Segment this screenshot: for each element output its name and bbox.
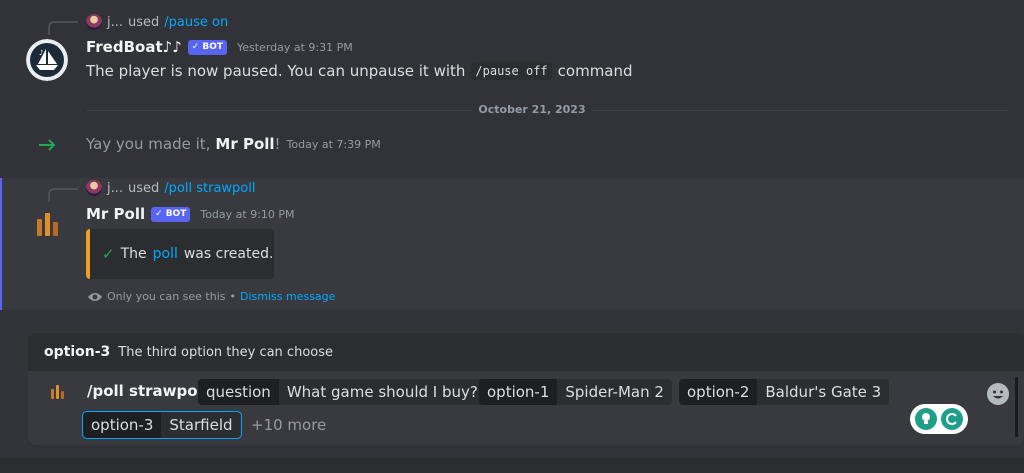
option-value[interactable]: Baldur's Gate 3	[757, 379, 890, 405]
bottom-bar	[0, 458, 1024, 473]
bot-badge-label: BOT	[165, 209, 187, 219]
reply-user-name[interactable]: j...	[107, 181, 123, 196]
message-text-before: The player is now paused. You can unpaus…	[86, 62, 466, 80]
reply-user-avatar[interactable]	[86, 180, 102, 196]
message-timestamp[interactable]: Yesterday at 9:31 PM	[237, 41, 353, 54]
embed-text-after: was created.	[183, 246, 274, 262]
ephemeral-text: Only you can see this	[107, 290, 226, 303]
option-pill-question[interactable]: question What game should I buy?	[198, 379, 486, 405]
eye-icon	[88, 292, 102, 301]
system-text: Yay you made it,	[86, 135, 211, 153]
reply-context[interactable]: j... used /poll strawpoll	[86, 180, 255, 196]
system-timestamp[interactable]: Today at 7:39 PM	[287, 138, 381, 151]
verified-check-icon: ✓	[155, 209, 163, 219]
option-value[interactable]: What game should I buy?	[278, 379, 486, 405]
system-user-name[interactable]: Mr Poll	[215, 135, 274, 153]
svg-text:♪: ♪	[39, 49, 43, 57]
bot-badge: ✓ BOT	[187, 39, 227, 55]
option-hint-name: option-3	[44, 344, 111, 360]
more-options-button[interactable]: +10 more	[251, 416, 326, 434]
command-app-icon	[51, 385, 64, 399]
reply-user-avatar[interactable]	[86, 14, 102, 30]
lightbulb-icon[interactable]	[915, 408, 937, 430]
reply-used-label: used	[128, 180, 160, 196]
option-key: option-3	[83, 412, 162, 438]
check-icon: ✓	[102, 245, 115, 263]
option-pill-option-1[interactable]: option-1 Spider-Man 2	[479, 379, 672, 405]
option-value[interactable]: Starfield	[161, 412, 241, 438]
option-key: option-2	[679, 379, 758, 405]
option-key: question	[198, 379, 279, 405]
reply-user-name[interactable]: j...	[107, 15, 123, 30]
ephemeral-notice: Only you can see this • Dismiss message	[87, 290, 335, 303]
reply-command[interactable]: /poll strawpoll	[164, 181, 255, 196]
fredboat-avatar[interactable]: ♪	[26, 39, 68, 81]
slash-command-name[interactable]: /poll strawpoll	[87, 382, 208, 400]
author-name[interactable]: FredBoat♪♪	[86, 38, 182, 56]
option-key: option-1	[479, 379, 558, 405]
option-hint-description: The third option they can choose	[118, 344, 333, 360]
ephemeral-separator: •	[229, 290, 237, 303]
option-pill-option-2[interactable]: option-2 Baldur's Gate 3	[679, 379, 890, 405]
message-timestamp[interactable]: Today at 9:10 PM	[200, 208, 294, 221]
verified-check-icon: ✓	[191, 42, 200, 52]
date-divider: October 21, 2023	[472, 103, 592, 116]
reply-context[interactable]: j... used /pause on	[86, 14, 228, 30]
mrpoll-avatar[interactable]	[34, 210, 62, 238]
reply-used-label: used	[128, 14, 160, 30]
inline-code: /pause off	[471, 62, 552, 80]
emoji-icon[interactable]	[987, 383, 1009, 405]
composer-scrollbar[interactable]	[1015, 377, 1018, 437]
message-content: The player is now paused. You can unpaus…	[86, 62, 633, 80]
system-text-end: !	[274, 135, 281, 153]
message-text-after: command	[557, 62, 633, 80]
embed-text-before: The	[120, 246, 147, 262]
dismiss-message-link[interactable]: Dismiss message	[240, 290, 335, 303]
system-message: Yay you made it, Mr Poll ! Today at 7:39…	[86, 135, 381, 153]
reply-spine	[48, 188, 78, 202]
reply-spine	[48, 21, 78, 35]
message-embed: ✓ The poll was created.	[86, 229, 274, 279]
option-hint-bar: option-3 The third option they can choos…	[28, 333, 1024, 371]
grammar-icon[interactable]	[941, 408, 963, 430]
reply-command[interactable]: /pause on	[164, 15, 228, 30]
poll-link[interactable]: poll	[153, 246, 178, 262]
bot-badge: ✓ BOT	[151, 206, 191, 222]
option-pill-option-3[interactable]: option-3 Starfield	[82, 411, 242, 439]
author-name[interactable]: Mr Poll	[86, 205, 145, 223]
join-arrow-icon	[39, 139, 56, 151]
bot-badge-label: BOT	[202, 42, 223, 52]
option-value[interactable]: Spider-Man 2	[557, 379, 672, 405]
extension-widget[interactable]	[910, 404, 968, 434]
